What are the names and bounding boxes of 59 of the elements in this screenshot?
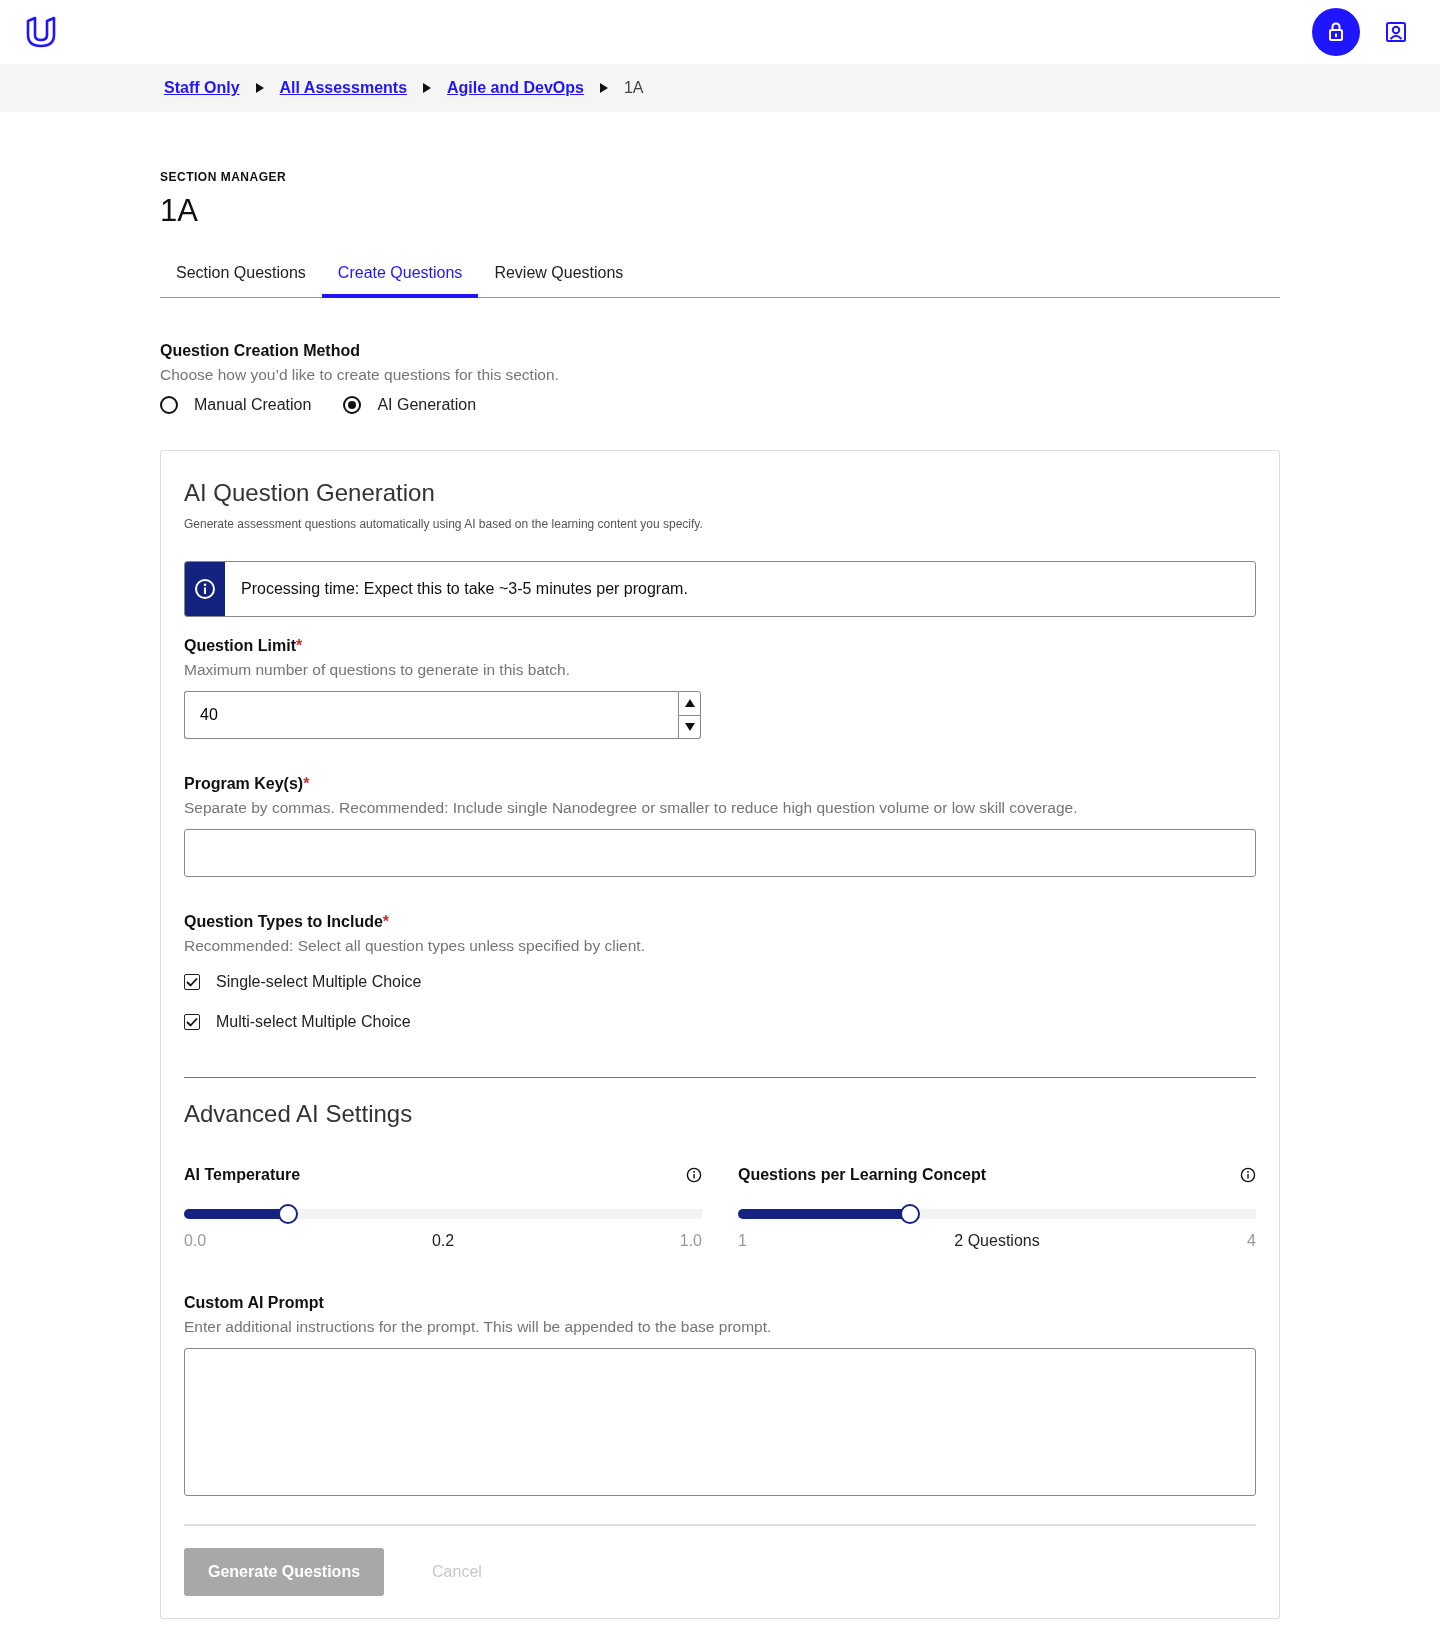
slider-thumb[interactable] [277, 1204, 298, 1225]
field-description: Separate by commas. Recommended: Include single Nanodegree or smaller to reduce high question volume or low skill coverage. [184, 799, 1079, 818]
info-icon [194, 578, 216, 601]
field-description: Choose how you’d like to create questions for this section. [160, 366, 560, 385]
tab[interactable]: Section Questions [160, 252, 322, 299]
radio-label[interactable]: AI Generation [377, 396, 477, 415]
chevron-icon [423, 83, 432, 93]
breadcrumb-link[interactable]: Staff Only [164, 79, 240, 97]
field-description: Maximum number of questions to generate in this batch. [184, 661, 571, 680]
slider-label: Questions per Learning Concept [738, 1166, 987, 1185]
tab[interactable]: Create Questions [321, 252, 479, 299]
breadcrumb-current: 1A [623, 79, 644, 97]
logo-icon [24, 15, 58, 49]
checkbox-label[interactable]: Single-select Multiple Choice [216, 973, 422, 992]
page-title: 1A [160, 194, 199, 229]
info-icon [686, 1167, 702, 1184]
checkbox[interactable] [184, 1014, 200, 1031]
slider-max: 4 [1247, 1232, 1256, 1251]
radio-button[interactable] [343, 396, 362, 415]
checkmark-icon [186, 977, 198, 988]
lock-button[interactable] [1312, 8, 1360, 56]
slider-thumb[interactable] [900, 1204, 921, 1225]
profile-icon [1384, 20, 1408, 44]
field-label: Question Creation Method [160, 342, 361, 361]
field-label: Program Key(s)* [184, 775, 311, 794]
slider-value: 0.2 [431, 1232, 455, 1251]
slider-value: 2 Questions [954, 1232, 1040, 1251]
increment-button[interactable] [678, 691, 701, 716]
breadcrumb-link[interactable]: All Assessments [279, 79, 408, 97]
field-label: Custom AI Prompt [184, 1294, 325, 1313]
page-eyebrow: SECTION MANAGER [160, 170, 288, 184]
chevron-icon [255, 83, 264, 93]
prompt-field[interactable] [184, 1348, 1256, 1497]
breadcrumb-link[interactable]: Agile and DevOps [447, 79, 584, 97]
slider-max: 1.0 [679, 1232, 702, 1251]
checkbox-label[interactable]: Multi-select Multiple Choice [216, 1013, 411, 1032]
field-description: Recommended: Select all question types unless specified by client. [184, 937, 646, 956]
down-triangle-icon [684, 722, 695, 731]
field-label: Question Limit* [184, 637, 304, 656]
slider-min: 0.0 [184, 1232, 207, 1251]
chevron-icon [599, 83, 608, 93]
card-title: AI Question Generation [184, 479, 436, 508]
radio-button[interactable] [160, 396, 178, 415]
slider-min: 1 [738, 1232, 747, 1251]
card-description: Generate assessment questions automatically using AI based on the learning content you specify. [184, 517, 704, 532]
slider-label: AI Temperature [184, 1166, 301, 1185]
up-triangle-icon [684, 699, 695, 708]
field-description: Enter additional instructions for the prompt. This will be appended to the base prompt. [184, 1318, 773, 1337]
section-title: Advanced AI Settings [184, 1100, 414, 1129]
number-field[interactable]: 40 [184, 691, 678, 740]
input-field[interactable] [184, 829, 1256, 878]
radio-label[interactable]: Manual Creation [194, 396, 312, 415]
field-label: Question Types to Include* [184, 913, 391, 932]
decrement-button[interactable] [678, 715, 701, 740]
tab[interactable]: Review Questions [478, 252, 640, 299]
banner-text: Processing time: Expect this to take ~3-5 minutes per program. [241, 580, 688, 599]
checkmark-icon [186, 1017, 198, 1028]
checkbox[interactable] [184, 974, 200, 991]
info-icon [1240, 1167, 1256, 1184]
